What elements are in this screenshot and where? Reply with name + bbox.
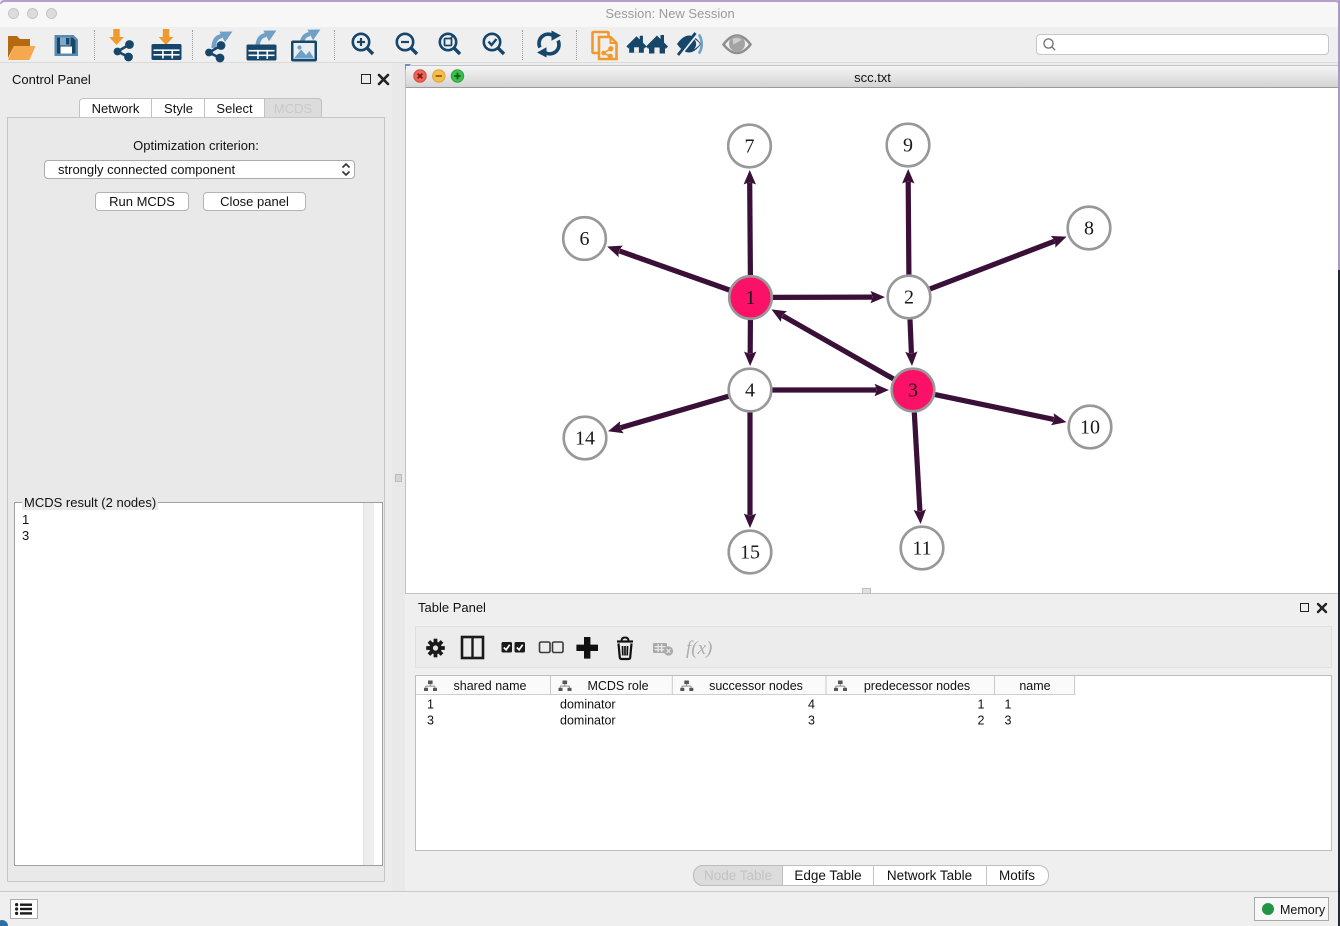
- svg-text:3: 3: [808, 714, 815, 728]
- svg-text:14: 14: [575, 428, 595, 450]
- svg-text:1: 1: [1005, 698, 1012, 712]
- svg-text:3: 3: [427, 714, 434, 728]
- svg-text:dominator: dominator: [560, 714, 616, 728]
- svg-text:15: 15: [740, 542, 760, 564]
- svg-text:10: 10: [1080, 417, 1100, 439]
- svg-text:f(x): f(x): [686, 638, 712, 659]
- svg-text:dominator: dominator: [560, 698, 616, 712]
- svg-text:name: name: [1019, 679, 1050, 693]
- svg-text:shared name: shared name: [454, 679, 527, 693]
- svg-text:1: 1: [746, 287, 756, 309]
- svg-text:3: 3: [1005, 714, 1012, 728]
- svg-text:4: 4: [745, 380, 755, 402]
- svg-text:MCDS role: MCDS role: [587, 679, 648, 693]
- svg-text:3: 3: [908, 380, 918, 402]
- svg-text:9: 9: [903, 135, 913, 157]
- svg-text:predecessor nodes: predecessor nodes: [864, 679, 970, 693]
- svg-text:8: 8: [1084, 218, 1094, 240]
- svg-text:6: 6: [580, 228, 590, 250]
- svg-text:2: 2: [978, 714, 985, 728]
- svg-text:1: 1: [427, 698, 434, 712]
- svg-text:4: 4: [808, 698, 815, 712]
- svg-text:1: 1: [978, 698, 985, 712]
- svg-text:2: 2: [904, 287, 914, 309]
- svg-text:11: 11: [912, 538, 931, 560]
- svg-text:successor nodes: successor nodes: [709, 679, 803, 693]
- svg-text:7: 7: [745, 136, 755, 158]
